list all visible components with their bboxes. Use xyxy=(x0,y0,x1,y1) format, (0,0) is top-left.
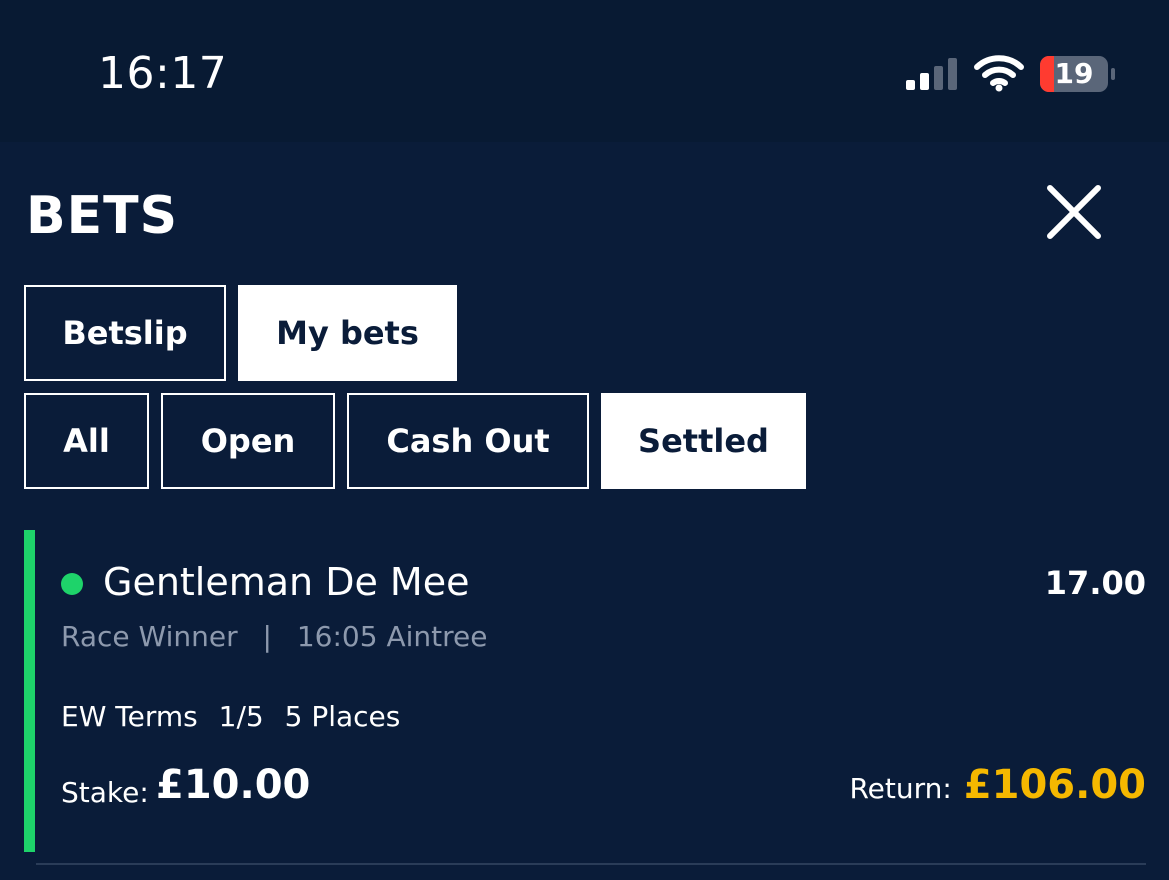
stake-label: Stake: xyxy=(61,776,149,809)
filter-settled[interactable]: Settled xyxy=(601,393,806,489)
market-separator: | xyxy=(262,620,272,653)
return-label: Return: xyxy=(849,772,952,805)
page-title: BETS xyxy=(26,186,179,246)
ew-fraction: 1/5 xyxy=(218,700,264,733)
filter-open[interactable]: Open xyxy=(161,393,335,489)
bet-card[interactable]: Gentleman De Mee 17.00 Race Winner | 16:… xyxy=(24,530,1146,852)
market-line: Race Winner | 16:05 Aintree xyxy=(61,620,487,653)
filter-cash-out[interactable]: Cash Out xyxy=(347,393,589,489)
close-icon[interactable] xyxy=(1044,182,1104,242)
ew-label: EW Terms xyxy=(61,700,198,733)
battery-level: 19 xyxy=(1054,57,1094,90)
return-info: Return: £106.00 xyxy=(849,762,1146,808)
wifi-icon xyxy=(974,55,1024,92)
selection-name: Gentleman De Mee xyxy=(103,560,470,604)
status-bar: 16:17 19 xyxy=(0,0,1169,142)
return-value: £106.00 xyxy=(963,762,1146,808)
status-dot xyxy=(61,573,83,595)
stake-value: £10.00 xyxy=(156,762,311,808)
bet-odds: 17.00 xyxy=(1044,564,1146,602)
filter-all[interactable]: All xyxy=(24,393,149,489)
divider xyxy=(36,863,1146,865)
ew-places: 5 Places xyxy=(284,700,401,733)
tab-betslip[interactable]: Betslip xyxy=(24,285,226,381)
cellular-signal-icon xyxy=(906,58,957,90)
each-way-terms: EW Terms 1/5 5 Places xyxy=(61,700,400,733)
bet-result-bar xyxy=(24,530,35,852)
bets-panel: BETS Betslip My bets All Open Cash Out S… xyxy=(0,142,1169,880)
status-time: 16:17 xyxy=(98,48,228,99)
market-name: Race Winner xyxy=(61,620,238,653)
tab-my-bets[interactable]: My bets xyxy=(238,285,457,381)
event-name: 16:05 Aintree xyxy=(296,620,488,653)
